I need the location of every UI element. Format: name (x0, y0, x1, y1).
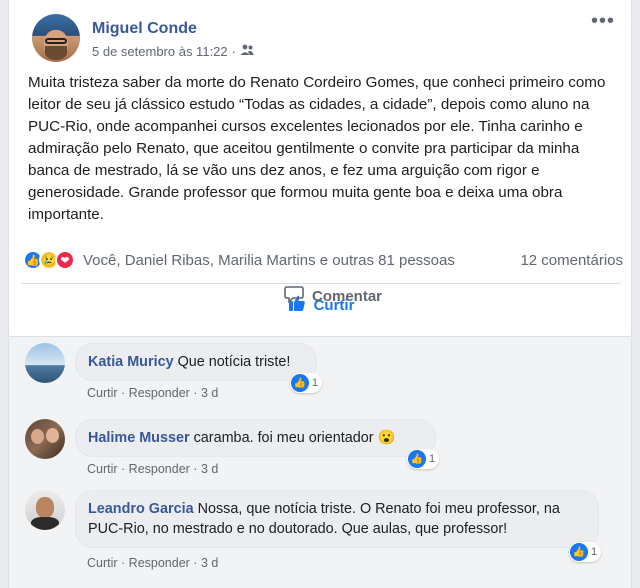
commenter-avatar[interactable] (25, 419, 65, 459)
comment-bubble: Leandro Garcia Nossa, que notícia triste… (75, 490, 599, 548)
reaction-icons: 👍 😢 ❤ (23, 250, 75, 270)
comment-like-link[interactable]: Curtir (87, 556, 118, 570)
comment-actions: Curtir · Responder · 3 d (87, 556, 219, 570)
like-reaction-icon: 👍 (570, 543, 588, 561)
comment-bubble: Katia Muricy Que notícia triste! (75, 343, 317, 381)
comment-reply-link[interactable]: Responder (129, 556, 190, 570)
comment-likes-number: 1 (312, 377, 319, 389)
commenter-avatar[interactable] (25, 490, 65, 530)
post-actions: Curtir Comentar (21, 285, 621, 325)
speech-bubble-icon (284, 285, 304, 307)
commenter-avatar[interactable] (25, 343, 65, 383)
comment-button[interactable]: Comentar (33, 285, 633, 307)
post-timestamp[interactable]: 5 de setembro às 11:22 (92, 44, 228, 59)
comments-section: Katia Muricy Que notícia triste! 👍 1 Cur… (8, 337, 632, 588)
love-reaction-icon: ❤ (55, 250, 75, 270)
comment-bubble: Halime Musser caramba. foi meu orientado… (75, 419, 436, 457)
comment-likes-number: 1 (429, 453, 436, 465)
comment-like-count[interactable]: 👍 1 (569, 542, 602, 562)
divider (21, 283, 621, 284)
comment-author[interactable]: Leandro Garcia (88, 501, 194, 517)
friends-icon (240, 44, 254, 59)
comment-like-link[interactable]: Curtir (87, 386, 118, 400)
comment-like-link[interactable]: Curtir (87, 462, 118, 476)
comment-like-count[interactable]: 👍 1 (290, 373, 323, 393)
comment-reply-link[interactable]: Responder (129, 386, 190, 400)
like-reaction-icon: 👍 (408, 450, 426, 468)
author-avatar[interactable] (32, 14, 80, 62)
post-meta: 5 de setembro às 11:22 · (92, 44, 254, 59)
comment-age[interactable]: 3 d (201, 556, 218, 570)
comment-label: Comentar (311, 287, 382, 305)
comment-actions: Curtir · Responder · 3 d (87, 462, 219, 476)
meta-separator: · (231, 44, 236, 59)
comment-likes-number: 1 (591, 546, 598, 558)
reactions-summary[interactable]: 👍 😢 ❤ Você, Daniel Ribas, Marilia Martin… (23, 248, 623, 272)
comment-author[interactable]: Katia Muricy (88, 354, 174, 370)
post-author[interactable]: Miguel Conde (92, 20, 197, 38)
comment-reply-link[interactable]: Responder (129, 462, 190, 476)
post-text: Muita tristeza saber da morte do Renato … (28, 74, 606, 223)
comment-text: caramba. foi meu orientador 😮 (193, 430, 396, 446)
comment-actions: Curtir · Responder · 3 d (87, 386, 219, 400)
comment-count[interactable]: 12 comentários (520, 252, 623, 269)
more-options-icon[interactable]: ••• (591, 11, 615, 31)
comment-like-count[interactable]: 👍 1 (407, 449, 440, 469)
comment-age[interactable]: 3 d (201, 386, 218, 400)
comment-author[interactable]: Halime Musser (88, 430, 190, 446)
reaction-names[interactable]: Você, Daniel Ribas, Marilia Martins e ou… (83, 252, 455, 269)
comment-age[interactable]: 3 d (201, 462, 218, 476)
post-card: Miguel Conde 5 de setembro às 11:22 · ••… (8, 0, 632, 337)
comment-text: Que notícia triste! (177, 354, 291, 370)
like-reaction-icon: 👍 (291, 374, 309, 392)
